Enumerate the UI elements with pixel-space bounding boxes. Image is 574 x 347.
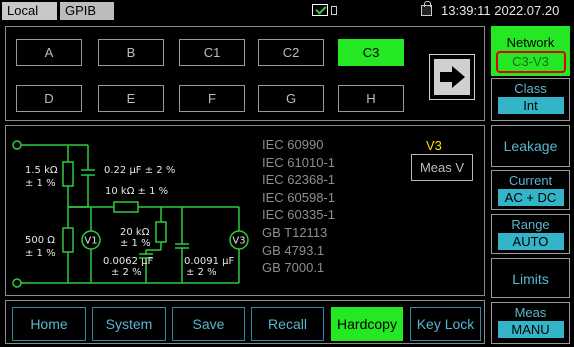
list-item: GB 7000.1 xyxy=(262,260,325,276)
class-select-panel: A B C1 C2 C3 D E F G H xyxy=(5,26,485,121)
class-button-c3[interactable]: C3 xyxy=(338,39,404,66)
save-button[interactable]: Save xyxy=(172,307,245,341)
current-button[interactable]: Current AC + DC xyxy=(491,170,570,210)
v3-label: V3 xyxy=(232,236,245,247)
memory-icon xyxy=(331,6,337,15)
list-item: IEC 61010-1 xyxy=(262,154,335,170)
r1-value: 1.5 kΩ xyxy=(25,165,58,176)
system-button[interactable]: System xyxy=(92,307,166,341)
gpib-indicator[interactable]: GPIB xyxy=(60,2,114,20)
class-button-c1[interactable]: C1 xyxy=(179,39,245,66)
list-item: IEC 62368-1 xyxy=(262,172,335,188)
class-label: Class xyxy=(514,81,547,96)
r3-value: 500 Ω xyxy=(25,235,55,246)
v1-label: V1 xyxy=(84,236,97,247)
arrow-right-icon xyxy=(434,59,470,95)
selected-voltage-label: V3 xyxy=(426,138,442,153)
bottom-nav: Home System Save Recall Hardcopy Key Loc… xyxy=(5,300,485,344)
network-button[interactable]: Network C3-V3 xyxy=(491,26,570,76)
c3-value: 0.0091 µF xyxy=(184,256,235,267)
list-item: GB T12113 xyxy=(262,224,328,240)
mail-check-icon xyxy=(312,4,328,16)
class-button-a[interactable]: A xyxy=(16,39,82,66)
c3-tolerance: ± 2 % xyxy=(186,267,217,278)
leakage-label: Leakage xyxy=(503,138,558,154)
range-button[interactable]: Range AUTO xyxy=(491,214,570,254)
recall-button[interactable]: Recall xyxy=(251,307,324,341)
local-indicator[interactable]: Local xyxy=(2,2,57,20)
home-button[interactable]: Home xyxy=(12,307,86,341)
network-label: Network xyxy=(506,35,555,50)
meas-value: MANU xyxy=(497,321,564,338)
measuring-network-diagram: V1 V3 1.5 kΩ ± 1 % 0.22 µF ± 2 % 10 kΩ ±… xyxy=(12,140,249,288)
meas-label: Meas xyxy=(514,305,547,320)
class-value: Int xyxy=(497,97,564,114)
current-value: AC + DC xyxy=(497,189,564,206)
class-button-b[interactable]: B xyxy=(98,39,164,66)
r1-tolerance: ± 1 % xyxy=(25,178,56,189)
range-label: Range xyxy=(511,217,550,232)
status-bar: Local GPIB 13:39:11 2022.07.20 xyxy=(0,0,574,22)
instrument-screen: Local GPIB 13:39:11 2022.07.20 A B C1 C2… xyxy=(0,0,574,347)
limits-button[interactable]: Limits xyxy=(491,258,570,298)
network-panel: V1 V3 1.5 kΩ ± 1 % 0.22 µF ± 2 % 10 kΩ ±… xyxy=(5,125,485,296)
r4-tolerance: ± 1 % xyxy=(120,238,151,249)
r4-value: 20 kΩ xyxy=(120,227,150,238)
lock-icon xyxy=(421,1,432,16)
list-item: IEC 60335-1 xyxy=(262,207,335,223)
c2-tolerance: ± 2 % xyxy=(111,267,142,278)
list-item: GB 4793.1 xyxy=(262,242,325,258)
r3-tolerance: ± 1 % xyxy=(25,248,56,259)
meas-v-button[interactable]: Meas V xyxy=(411,154,473,181)
network-value: C3-V3 xyxy=(495,51,566,73)
class-button-h[interactable]: H xyxy=(338,85,404,112)
c2-value: 0.0062 µF xyxy=(103,256,154,267)
r2-value: 10 kΩ ± 1 % xyxy=(105,186,168,197)
standards-list: IEC 60990 IEC 61010-1 IEC 62368-1 IEC 60… xyxy=(262,136,335,277)
limits-label: Limits xyxy=(512,271,549,287)
class-button[interactable]: Class Int xyxy=(491,78,570,121)
datetime-display: 13:39:11 2022.07.20 xyxy=(441,3,560,18)
leakage-button[interactable]: Leakage xyxy=(491,125,570,167)
list-item: IEC 60598-1 xyxy=(262,189,335,205)
list-item: IEC 60990 xyxy=(262,137,324,152)
hardcopy-button[interactable]: Hardcopy xyxy=(331,307,403,341)
current-label: Current xyxy=(508,173,553,188)
class-button-f[interactable]: F xyxy=(179,85,245,112)
c1-value: 0.22 µF ± 2 % xyxy=(104,165,175,176)
class-button-c2[interactable]: C2 xyxy=(258,39,324,66)
range-value: AUTO xyxy=(497,233,564,250)
meas-mode-button[interactable]: Meas MANU xyxy=(491,302,570,344)
class-button-d[interactable]: D xyxy=(16,85,82,112)
class-button-e[interactable]: E xyxy=(98,85,164,112)
next-page-button[interactable] xyxy=(429,54,475,100)
key-lock-button[interactable]: Key Lock xyxy=(410,307,481,341)
class-button-g[interactable]: G xyxy=(258,85,324,112)
